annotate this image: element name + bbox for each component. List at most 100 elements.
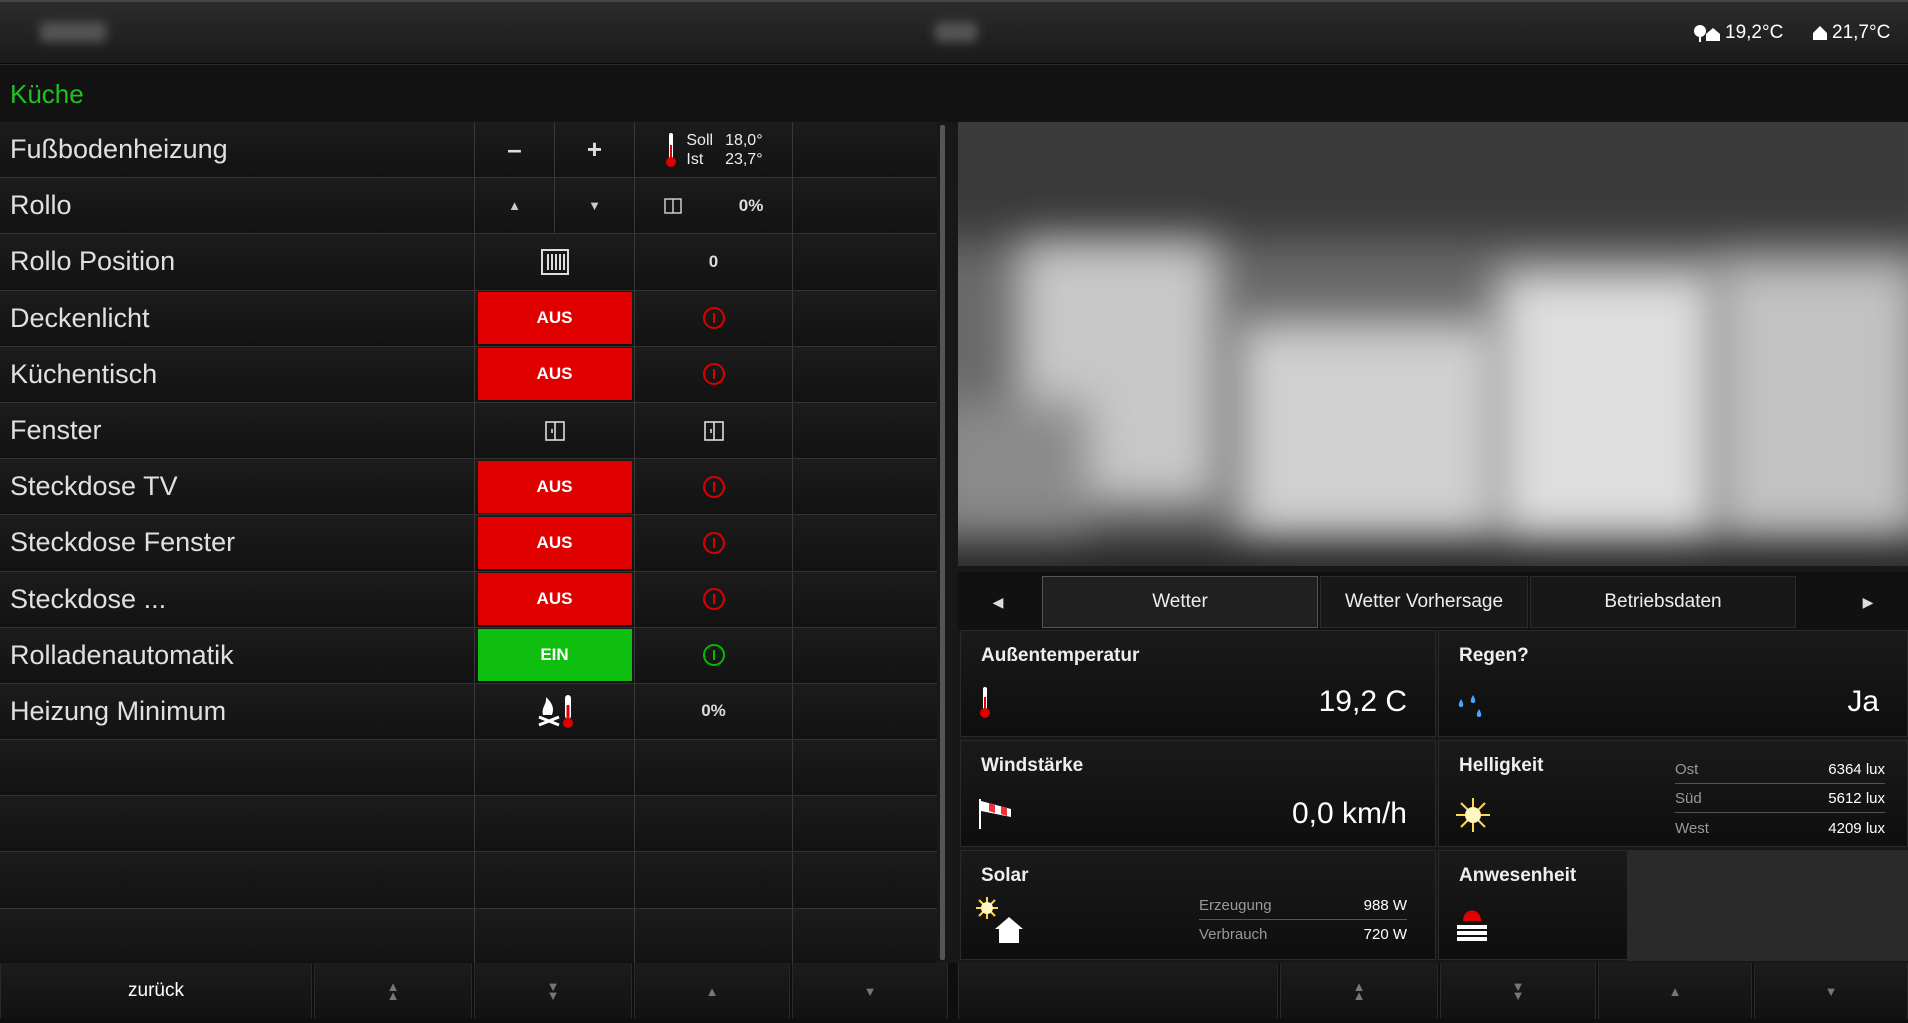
tab-wetter-vorhersage[interactable]: Wetter Vorhersage — [1320, 576, 1528, 628]
tabs-next-button[interactable]: ▶ — [1828, 576, 1908, 628]
deckenlicht-toggle[interactable]: AUS — [477, 292, 632, 345]
tab-bar: ◀ Wetter Wetter Vorhersage Betriebsdaten… — [958, 572, 1908, 630]
tile-value: 0,0 km/h — [1291, 797, 1407, 830]
empty-cell — [792, 515, 937, 571]
empty-cell — [474, 796, 634, 852]
row-steckdose-tv: Steckdose TV AUS — [0, 459, 937, 516]
right-scroll-down-button[interactable]: ▼ — [1754, 963, 1908, 1019]
empty-row — [0, 908, 937, 965]
rollo-position-button[interactable] — [474, 234, 634, 290]
kuechentisch-toggle[interactable]: AUS — [477, 348, 632, 401]
ist-value: 23,7° — [725, 150, 763, 168]
decrease-button[interactable]: – — [474, 122, 554, 178]
window-closed-icon — [544, 420, 565, 441]
solar-value: 988 W — [1363, 897, 1407, 914]
window-icon — [663, 198, 682, 214]
power-off-icon — [702, 307, 725, 330]
right-scroll-up-button[interactable]: ▲ — [1598, 963, 1752, 1019]
rolladenautomatik-toggle[interactable]: EIN — [477, 629, 632, 682]
tile-windstaerke: Windstärke 0,0 km/h — [960, 740, 1436, 847]
light-row-sued: Süd 5612 lux — [1675, 790, 1885, 813]
rollo-value: 0% — [738, 195, 764, 215]
up-icon: ▲ — [1668, 983, 1682, 999]
rollo-down-button[interactable]: ▼ — [554, 178, 634, 234]
scroll-down-button[interactable]: ▼ — [792, 963, 948, 1019]
row-label: Deckenlicht — [10, 302, 150, 333]
status-cell: 0% — [634, 683, 792, 740]
power-off-icon — [702, 363, 725, 386]
tabs-prev-button[interactable]: ◀ — [958, 576, 1038, 628]
soll-label: Soll — [686, 131, 714, 149]
power-off-icon — [702, 475, 725, 498]
light-dir: West — [1675, 820, 1709, 837]
heizung-minimum-button[interactable] — [474, 683, 634, 740]
rollo-position-status: 0 — [634, 234, 792, 290]
status-cell — [634, 402, 792, 459]
empty-cell — [792, 122, 937, 178]
tab-betriebsdaten[interactable]: Betriebsdaten — [1530, 576, 1796, 628]
tab-wetter[interactable]: Wetter — [1042, 576, 1318, 628]
tile-title: Helligkeit — [1459, 755, 1544, 776]
row-fenster: Fenster — [0, 402, 937, 460]
tile-helligkeit: Helligkeit Ost 6364 lux Süd 5612 lux West 4… — [1438, 740, 1908, 847]
steckdose-fenster-toggle[interactable]: AUS — [477, 516, 632, 569]
light-dir: Süd — [1675, 790, 1702, 807]
steckdose-more-toggle[interactable]: AUS — [477, 573, 632, 626]
empty-row — [0, 852, 937, 909]
back-button[interactable]: zurück — [0, 963, 312, 1019]
scroll-top-button[interactable]: ▲ ▲ — [314, 963, 472, 1019]
toggle-cell: AUS — [474, 346, 634, 402]
fenster-button[interactable] — [474, 402, 634, 459]
triangle-up-icon: ▲ — [508, 198, 521, 214]
empty-cell — [792, 908, 937, 964]
toggle-cell: AUS — [474, 571, 634, 627]
toggle-cell: AUS — [474, 290, 634, 346]
tile-solar: Solar Erzeugung 988 W Verbrauch 720 W — [960, 850, 1436, 960]
scroll-up-button[interactable]: ▲ — [634, 963, 790, 1019]
row-fussbodenheizung: Fußbodenheizung – + Soll 18,0° Ist 23,7° — [0, 122, 937, 179]
fire-thermometer-icon — [537, 695, 573, 729]
right-scroll-bottom-button[interactable]: ▼ ▼ — [1440, 963, 1596, 1019]
empty-cell — [792, 627, 937, 683]
window-closed-icon — [703, 420, 724, 441]
status-cell — [634, 459, 792, 515]
rollo-status: 0% — [634, 178, 792, 234]
triangle-left-icon: ◀ — [992, 593, 1004, 610]
solar-label: Erzeugung — [1199, 897, 1272, 914]
row-steckdose-more: Steckdose ... AUS — [0, 571, 937, 628]
triangle-down-icon: ▼ — [588, 198, 601, 214]
status-cell — [634, 627, 792, 683]
house-icon — [1813, 26, 1827, 40]
double-up-icon: ▲ ▲ — [386, 979, 400, 1003]
minus-icon: – — [507, 134, 522, 165]
row-label: Fenster — [10, 414, 102, 445]
double-up-icon: ▲ ▲ — [1352, 979, 1366, 1003]
presence-panel — [1627, 851, 1908, 961]
left-scrollbar[interactable] — [940, 125, 945, 960]
row-rollo: Rollo ▲ ▼ 0% — [0, 178, 937, 235]
row-label: Steckdose TV — [10, 471, 178, 502]
empty-cell — [792, 459, 937, 515]
row-label: Steckdose Fenster — [10, 527, 236, 558]
light-row-ost: Ost 6364 lux — [1675, 761, 1885, 784]
rollo-up-button[interactable]: ▲ — [474, 178, 554, 234]
soll-value: 18,0° — [725, 131, 763, 149]
down-icon: ▼ — [1824, 983, 1838, 999]
increase-button[interactable]: + — [554, 122, 634, 178]
steckdose-tv-toggle[interactable]: AUS — [477, 460, 632, 513]
scroll-bottom-button[interactable]: ▼ ▼ — [474, 963, 632, 1019]
empty-row — [0, 796, 937, 853]
tile-value: Ja — [1847, 685, 1879, 718]
alarm-light-icon — [1457, 910, 1487, 941]
tree-house-icon — [1694, 25, 1720, 42]
right-scroll-top-button[interactable]: ▲ ▲ — [1280, 963, 1438, 1019]
row-kuechentisch: Küchentisch AUS — [0, 346, 937, 403]
row-rolladenautomatik: Rolladenautomatik EIN — [0, 627, 937, 684]
tile-value: 19,2 C — [1318, 685, 1407, 718]
tile-aussentemperatur: Außentemperatur 19,2 C — [960, 630, 1436, 737]
ist-label: Ist — [686, 150, 704, 168]
thermometer-icon — [980, 687, 990, 718]
top-bar: 19,2°C 21,7°C — [0, 0, 1908, 64]
temperature-status: Soll 18,0° Ist 23,7° — [634, 122, 792, 178]
empty-row — [0, 740, 937, 797]
